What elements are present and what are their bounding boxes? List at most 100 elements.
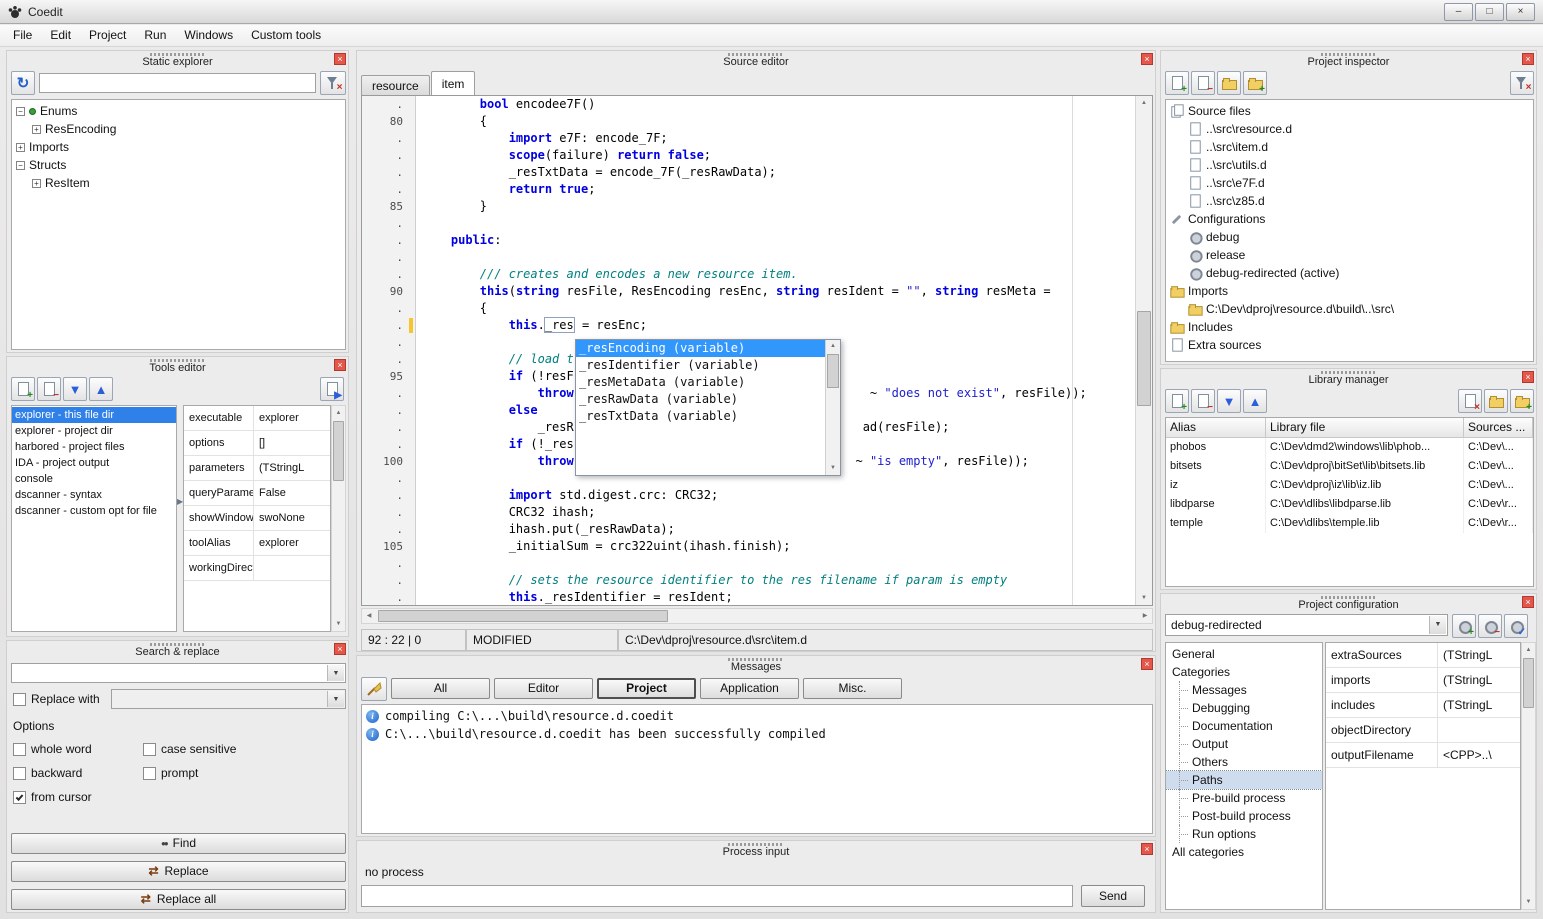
scroll-down-icon[interactable]: ▼ — [332, 617, 345, 631]
tab-resource[interactable]: resource — [361, 75, 430, 96]
code-line[interactable]: { — [422, 300, 1135, 317]
tool-property-row[interactable]: executableexplorer — [184, 406, 330, 431]
code-line[interactable] — [422, 249, 1135, 266]
tool-property-row[interactable]: queryParametFalse — [184, 481, 330, 506]
scroll-left-icon[interactable]: ◀ — [362, 609, 376, 623]
clear-messages-button[interactable] — [361, 677, 387, 701]
menu-item-file[interactable]: File — [4, 25, 41, 45]
config-tree[interactable]: GeneralCategoriesMessagesDebuggingDocume… — [1165, 642, 1323, 910]
clone-configuration-button[interactable]: ✓ — [1504, 614, 1528, 638]
dropdown-icon[interactable]: ▼ — [1429, 616, 1446, 634]
scroll-down-icon[interactable]: ▼ — [826, 462, 840, 475]
popup-scroll-thumb[interactable] — [827, 354, 839, 388]
editor-hscrollbar[interactable]: ◀ ▶ — [361, 608, 1153, 624]
tree-item-structs[interactable]: −Structs — [12, 156, 345, 174]
tool-item[interactable]: dscanner - syntax — [12, 487, 176, 503]
tools-grid[interactable]: executableexploreroptions[]parameters(TS… — [183, 405, 331, 632]
add-library-folder-button[interactable]: + — [1510, 389, 1534, 413]
tools-grid-scrollbar[interactable]: ▲ ▼ — [331, 405, 346, 632]
tool-item[interactable]: console — [12, 471, 176, 487]
collapse-icon[interactable]: − — [16, 107, 25, 116]
scroll-down-icon[interactable]: ▼ — [1522, 895, 1535, 909]
filter-button-editor[interactable]: Editor — [494, 678, 593, 699]
tree-item-release[interactable]: release — [1166, 246, 1533, 264]
scroll-down-icon[interactable]: ▼ — [1136, 591, 1152, 605]
expand-icon[interactable]: + — [16, 143, 25, 152]
scroll-up-icon[interactable]: ▲ — [1522, 643, 1535, 657]
library-row[interactable]: libdparseC:\Dev\dlibs\libdparse.libC:\De… — [1166, 495, 1533, 514]
column-header-library-file[interactable]: Library file — [1266, 418, 1464, 437]
add-tool-button[interactable]: + — [11, 377, 35, 401]
panel-header[interactable]: Project configuration × — [1161, 594, 1536, 612]
code-line[interactable]: { — [422, 113, 1135, 130]
minimize-button[interactable]: – — [1444, 3, 1473, 21]
dock-grip[interactable] — [150, 53, 206, 56]
panel-header[interactable]: Tools editor × — [7, 357, 348, 375]
remove-tool-button[interactable]: − — [37, 377, 61, 401]
config-property-row[interactable]: imports(TStringL — [1326, 668, 1520, 693]
popup-scrollbar[interactable]: ▲ ▼ — [825, 340, 840, 475]
tree-item-src-resource-d[interactable]: ..\src\resource.d — [1166, 120, 1533, 138]
static-explorer-tree[interactable]: −Enums+ResEncoding+Imports−Structs+ResIt… — [11, 99, 346, 350]
filter-button-application[interactable]: Application — [700, 678, 799, 699]
panel-header[interactable]: Process input × — [357, 841, 1155, 859]
dock-grip[interactable] — [728, 658, 784, 661]
library-row[interactable]: phobosC:\Dev\dmd2\windows\lib\phob...C:\… — [1166, 438, 1533, 457]
dock-grip[interactable] — [1321, 53, 1377, 56]
config-grid[interactable]: extraSources(TStringLimports(TStringLinc… — [1325, 642, 1521, 910]
tool-property-row[interactable]: workingDirect — [184, 556, 330, 581]
category-categories[interactable]: Categories — [1166, 663, 1322, 681]
scroll-up-icon[interactable]: ▲ — [826, 340, 840, 353]
code-line[interactable]: public: — [422, 232, 1135, 249]
panel-header[interactable]: Library manager × — [1161, 369, 1536, 387]
code-line[interactable]: this(string resFile, ResEncoding resEnc,… — [422, 283, 1135, 300]
process-input-field[interactable] — [361, 885, 1073, 907]
collapse-icon[interactable]: − — [16, 161, 25, 170]
config-property-row[interactable]: outputFilename<CPP>..\ — [1326, 743, 1520, 768]
symbol-search-input[interactable] — [39, 73, 316, 93]
category-post-build-process[interactable]: Post-build process — [1166, 807, 1322, 825]
category-run-options[interactable]: Run options — [1166, 825, 1322, 843]
add-source-button[interactable]: + — [1165, 71, 1189, 95]
add-configuration-button[interactable]: + — [1452, 614, 1476, 638]
completion-item[interactable]: _resMetaData (variable) — [576, 374, 825, 391]
checkbox-from-cursor[interactable]: from cursor — [13, 789, 92, 805]
tree-item-resencoding[interactable]: +ResEncoding — [12, 120, 345, 138]
menu-item-project[interactable]: Project — [80, 25, 135, 45]
code-line[interactable]: ihash.put(_resRawData); — [422, 521, 1135, 538]
tree-item-src-e7f-d[interactable]: ..\src\e7F.d — [1166, 174, 1533, 192]
remove-source-button[interactable]: − — [1191, 71, 1215, 95]
tree-item-debug[interactable]: debug — [1166, 228, 1533, 246]
category-all-categories[interactable]: All categories — [1166, 843, 1322, 861]
config-property-row[interactable]: objectDirectory — [1326, 718, 1520, 743]
move-tool-up-button[interactable]: ▲ — [89, 377, 113, 401]
tree-item-imports[interactable]: +Imports — [12, 138, 345, 156]
move-tool-down-button[interactable]: ▼ — [63, 377, 87, 401]
completion-item[interactable]: _resIdentifier (variable) — [576, 357, 825, 374]
checkbox-whole-word[interactable]: whole word — [13, 741, 92, 757]
vscroll-thumb[interactable] — [1137, 311, 1151, 406]
tree-item-imports[interactable]: Imports — [1166, 282, 1533, 300]
move-library-down-button[interactable]: ▼ — [1217, 389, 1241, 413]
tree-item-src-utils-d[interactable]: ..\src\utils.d — [1166, 156, 1533, 174]
remove-configuration-button[interactable]: − — [1478, 614, 1502, 638]
config-grid-scrollbar[interactable]: ▲ ▼ — [1521, 642, 1536, 910]
panel-close-icon[interactable]: × — [1141, 658, 1153, 670]
tool-item[interactable]: explorer - project dir — [12, 423, 176, 439]
completion-popup-list[interactable]: _resEncoding (variable)_resIdentifier (v… — [576, 340, 825, 475]
menu-item-windows[interactable]: Windows — [175, 25, 242, 45]
refresh-button[interactable]: ↻ — [11, 71, 35, 95]
close-button[interactable]: × — [1506, 3, 1535, 21]
panel-header[interactable]: Source editor × — [357, 51, 1155, 69]
open-folder-button[interactable] — [1217, 71, 1241, 95]
tree-item-resitem[interactable]: +ResItem — [12, 174, 345, 192]
scroll-up-icon[interactable]: ▲ — [1136, 96, 1152, 110]
library-row[interactable]: izC:\Dev\dproj\iz\lib\iz.libC:\Dev\... — [1166, 476, 1533, 495]
tool-property-row[interactable]: showWindowsswoNone — [184, 506, 330, 531]
library-row[interactable]: templeC:\Dev\dlibs\temple.libC:\Dev\r... — [1166, 514, 1533, 533]
tool-item[interactable]: IDA - project output — [12, 455, 176, 471]
completion-item[interactable]: _resEncoding (variable) — [576, 340, 825, 357]
tool-item[interactable]: harbored - project files — [12, 439, 176, 455]
inspector-tree[interactable]: Source files..\src\resource.d..\src\item… — [1165, 99, 1534, 362]
tree-item-extra-sources[interactable]: Extra sources — [1166, 336, 1533, 354]
